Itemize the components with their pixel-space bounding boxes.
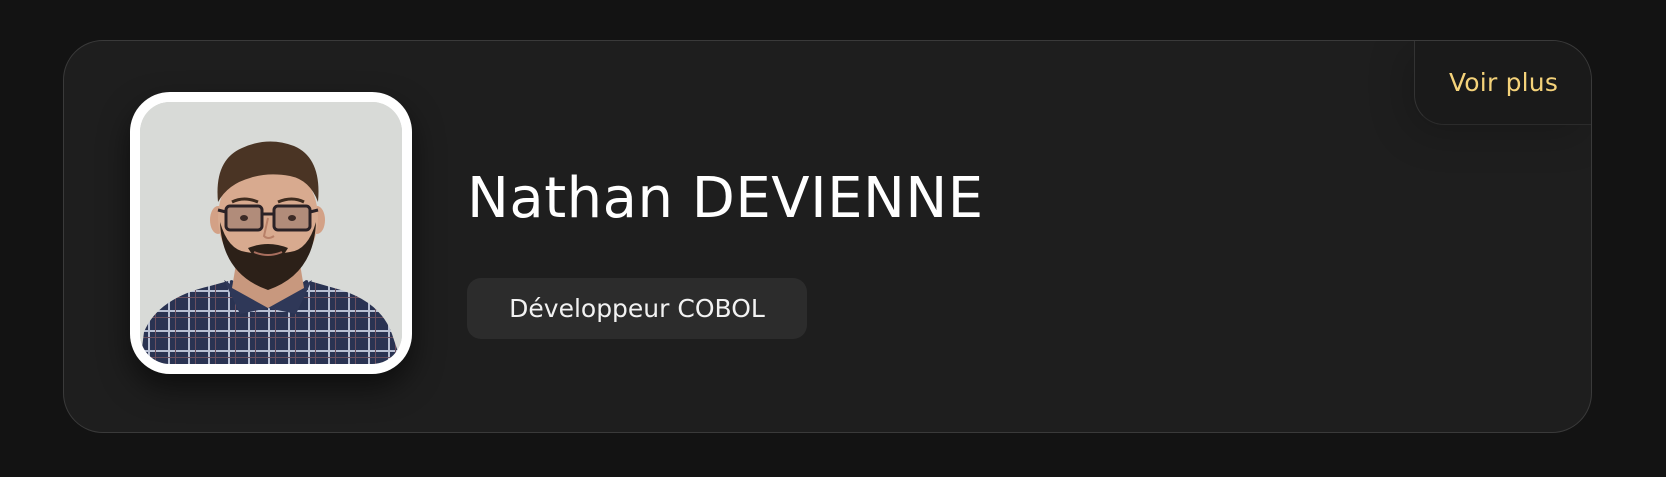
- avatar-frame: [130, 92, 412, 374]
- role-badge: Développeur COBOL: [467, 278, 807, 339]
- role-label: Développeur COBOL: [509, 294, 765, 323]
- profile-name: Nathan DEVIENNE: [467, 166, 984, 231]
- avatar: [140, 102, 402, 364]
- profile-photo-icon: [140, 102, 402, 364]
- see-more-label: Voir plus: [1448, 67, 1559, 97]
- see-more-button[interactable]: Voir plus: [1414, 41, 1591, 125]
- profile-card: Voir plus Nathan DEVIENNE Développeur CO…: [63, 40, 1592, 433]
